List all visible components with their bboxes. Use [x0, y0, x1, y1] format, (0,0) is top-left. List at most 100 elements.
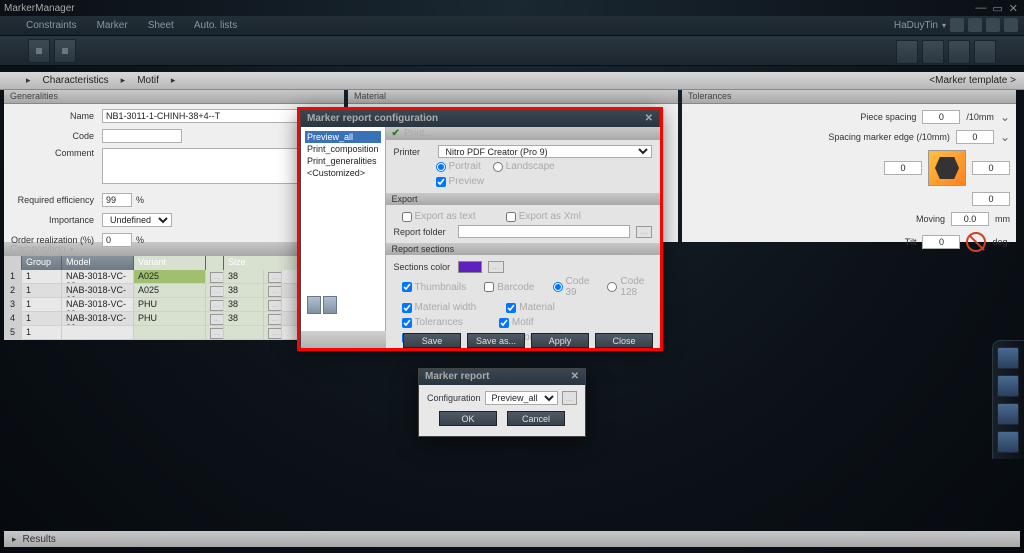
dock-icon-3[interactable]: [997, 403, 1019, 425]
name-field[interactable]: [102, 109, 302, 123]
info-icon[interactable]: [968, 18, 982, 32]
dialog1-close-icon[interactable]: ✕: [645, 113, 653, 125]
saveas-button[interactable]: Save as...: [467, 333, 525, 348]
apply-button[interactable]: Apply: [531, 333, 589, 348]
code128-radio[interactable]: Code 128: [607, 276, 644, 298]
row-options-button[interactable]: …: [268, 328, 282, 339]
tree-preview-all[interactable]: Preview_all: [305, 131, 381, 143]
results-bar[interactable]: ▸ Results: [4, 531, 1020, 547]
dock-icon-2[interactable]: [997, 375, 1019, 397]
preview-checkbox[interactable]: Preview: [436, 176, 485, 187]
tree-icon-1[interactable]: [307, 296, 321, 314]
cancel-button[interactable]: Cancel: [507, 411, 565, 426]
comment-field[interactable]: [102, 148, 302, 184]
sections-color-swatch[interactable]: [458, 261, 482, 273]
row-options-button[interactable]: …: [268, 272, 282, 283]
tilt-field[interactable]: [922, 235, 960, 249]
material-width-checkbox[interactable]: Material width: [402, 302, 477, 313]
maximize-button[interactable]: ▭: [990, 2, 1004, 15]
motif-checkbox[interactable]: Motif: [499, 317, 534, 328]
piecespacing-field[interactable]: [922, 110, 960, 124]
close-button[interactable]: ✕: [1007, 2, 1020, 15]
menu-sheet[interactable]: Sheet: [148, 20, 174, 31]
browse-folder-button[interactable]: …: [636, 226, 652, 238]
export-text-checkbox[interactable]: Export as text: [402, 211, 476, 222]
table-row[interactable]: 41NAB-3018-VC-38PHU…38…: [4, 312, 344, 326]
printer-select[interactable]: Nitro PDF Creator (Pro 9): [438, 145, 653, 158]
no-tilt-icon[interactable]: [966, 232, 986, 252]
table-row[interactable]: 51……: [4, 326, 344, 340]
dock-icon-1[interactable]: [997, 347, 1019, 369]
grid-header-variant[interactable]: Variant: [134, 256, 206, 270]
table-row[interactable]: 31NAB-3018-VC-38PHU…38…: [4, 298, 344, 312]
menu-autolists[interactable]: Auto. lists: [194, 20, 237, 31]
portrait-radio[interactable]: Portrait: [436, 161, 481, 172]
minimize-button[interactable]: —: [973, 2, 988, 15]
settings-icon[interactable]: [986, 18, 1000, 32]
chevron-down-icon[interactable]: ⌄: [1000, 110, 1010, 124]
right-tool-4[interactable]: [974, 40, 996, 64]
menu-constraints[interactable]: Constraints: [26, 20, 77, 31]
tool-1[interactable]: [28, 39, 50, 63]
close-button[interactable]: Close: [595, 333, 653, 348]
dock-icon-4[interactable]: [997, 431, 1019, 453]
tree-print-composition[interactable]: Print_composition: [305, 143, 381, 155]
landscape-radio[interactable]: Landscape: [493, 161, 555, 172]
row-options-button[interactable]: …: [268, 300, 282, 311]
grid-header-group[interactable]: Group: [22, 256, 62, 270]
row-options-button[interactable]: …: [210, 272, 224, 283]
dialog2-close-icon[interactable]: ✕: [571, 371, 579, 383]
tree-icon-2[interactable]: [323, 296, 337, 314]
table-row[interactable]: 11NAB-3018-VC-38A025…38…: [4, 270, 344, 284]
composition-header[interactable]: Composition ▾: [4, 242, 344, 256]
table-row[interactable]: 21NAB-3018-VC-38A025…38…: [4, 284, 344, 298]
barcode-checkbox[interactable]: Barcode: [484, 276, 534, 298]
tab-characteristics[interactable]: Characteristics: [43, 75, 109, 86]
row-options-button[interactable]: …: [210, 300, 224, 311]
row-options-button[interactable]: …: [210, 314, 224, 325]
code-field[interactable]: [102, 129, 182, 143]
importance-select[interactable]: Undefined: [102, 213, 172, 227]
menu-marker[interactable]: Marker: [97, 20, 128, 31]
report-folder-field[interactable]: [458, 225, 631, 238]
chevron-down-icon[interactable]: ⌄: [1000, 130, 1010, 144]
marker-template-label[interactable]: <Marker template >: [929, 75, 1016, 86]
tree-icons: [307, 296, 337, 314]
orderreal-field[interactable]: [102, 233, 132, 247]
reqeff-field[interactable]: [102, 193, 132, 207]
code39-radio[interactable]: Code 39: [553, 276, 590, 298]
row-options-button[interactable]: …: [210, 328, 224, 339]
sections-color-button[interactable]: …: [488, 261, 504, 273]
row-options-button[interactable]: …: [268, 286, 282, 297]
right-tool-1[interactable]: [896, 40, 918, 64]
tree-customized[interactable]: <Customized>: [305, 167, 381, 179]
marker-swatch-icon[interactable]: [928, 150, 966, 186]
grid-header-model[interactable]: Model: [62, 256, 134, 270]
moving-field[interactable]: [951, 212, 989, 226]
config-browse-button[interactable]: …: [562, 391, 577, 405]
export-section-header: Export: [386, 193, 661, 205]
row-options-button[interactable]: …: [210, 286, 224, 297]
spacingedge-field[interactable]: [956, 130, 994, 144]
ok-button[interactable]: OK: [439, 411, 497, 426]
user-menu[interactable]: HaDuyTin ▾: [894, 18, 1018, 32]
tab-motif[interactable]: Motif: [137, 75, 159, 86]
right-tool-3[interactable]: [948, 40, 970, 64]
export-xml-checkbox[interactable]: Export as Xml: [506, 211, 581, 222]
tool-2[interactable]: [54, 39, 76, 63]
tree-print-generalities[interactable]: Print_generalities: [305, 155, 381, 167]
edge-center-field[interactable]: [972, 192, 1010, 206]
save-button[interactable]: Save: [403, 333, 461, 348]
edge-right-field[interactable]: [972, 161, 1010, 175]
titlebar: MarkerManager — ▭ ✕: [0, 0, 1024, 16]
orderreal-unit: %: [136, 235, 144, 245]
help-icon[interactable]: [950, 18, 964, 32]
edge-left-field[interactable]: [884, 161, 922, 175]
row-options-button[interactable]: …: [268, 314, 282, 325]
right-tool-2[interactable]: [922, 40, 944, 64]
config-select[interactable]: Preview_all: [485, 391, 558, 405]
material-checkbox[interactable]: Material: [506, 302, 555, 313]
thumbnails-checkbox[interactable]: Thumbnails: [402, 276, 467, 298]
tolerances-checkbox[interactable]: Tolerances: [402, 317, 463, 328]
exit-icon[interactable]: [1004, 18, 1018, 32]
